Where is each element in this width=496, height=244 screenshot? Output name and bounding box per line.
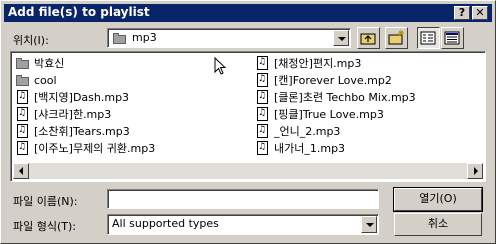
details-view-button[interactable] [441, 27, 464, 49]
cancel-button[interactable]: 취소 [394, 213, 482, 236]
audio-file-icon [15, 124, 31, 138]
list-item[interactable]: [백지영]Dash.mp3 [15, 89, 129, 105]
list-item[interactable]: [샤크라]한.mp3 [15, 106, 111, 122]
list-item[interactable]: _언니_2.mp3 [255, 123, 340, 139]
audio-file-icon [15, 90, 31, 104]
file-list[interactable]: 박효신 cool [백지영]Dash.mp3 [샤크라]한.mp3 [소찬휘]T… [10, 51, 486, 182]
list-item[interactable]: [이주노]무제의 귀환.mp3 [15, 140, 155, 156]
open-button[interactable]: 열기(O) [393, 187, 483, 212]
scroll-left-button[interactable] [13, 163, 29, 179]
horizontal-scrollbar[interactable] [13, 163, 483, 179]
audio-file-icon [255, 107, 271, 121]
location-value: mp3 [132, 31, 157, 44]
location-label: 위치(I): [13, 34, 49, 47]
list-item[interactable]: cool [15, 72, 57, 88]
folder-icon [112, 31, 128, 45]
list-item[interactable]: 박효신 [15, 55, 64, 71]
list-item[interactable]: [클론]초련 Techbo Mix.mp3 [255, 89, 416, 105]
location-combo[interactable]: mp3 [107, 28, 351, 48]
list-item[interactable]: 내가너_1.mp3 [255, 140, 345, 156]
new-folder-icon [388, 30, 404, 45]
chevron-down-icon[interactable] [333, 30, 349, 46]
audio-file-icon [255, 73, 271, 87]
new-folder-button[interactable] [385, 27, 408, 49]
details-view-icon [444, 31, 460, 45]
audio-file-icon [255, 141, 271, 155]
filename-input[interactable] [107, 189, 379, 209]
chevron-down-icon[interactable] [361, 216, 377, 233]
up-folder-button[interactable] [357, 27, 380, 49]
filename-label: 파일 이름(N): [13, 195, 78, 208]
window-title: Add file(s) to playlist [8, 5, 150, 19]
add-files-dialog: Add file(s) to playlist ? ✕ 위치(I): mp3 박… [0, 0, 496, 244]
audio-file-icon [15, 107, 31, 121]
folder-icon [15, 73, 31, 87]
list-item[interactable]: [핑클]True Love.mp3 [255, 106, 384, 122]
filetype-label: 파일 형식(T): [13, 220, 76, 233]
close-button[interactable]: ✕ [472, 6, 488, 20]
folder-icon [15, 56, 31, 70]
list-view-button[interactable] [417, 27, 440, 49]
audio-file-icon [255, 124, 271, 138]
list-view-icon [420, 31, 436, 45]
up-folder-icon [360, 33, 376, 45]
filetype-select[interactable]: All supported types [107, 214, 379, 235]
filetype-value: All supported types [112, 217, 219, 230]
title-bar[interactable]: Add file(s) to playlist ? ✕ [4, 4, 492, 22]
list-item[interactable]: [소찬휘]Tears.mp3 [15, 123, 130, 139]
audio-file-icon [255, 90, 271, 104]
help-button[interactable]: ? [454, 6, 470, 20]
audio-file-icon [255, 56, 271, 70]
audio-file-icon [15, 141, 31, 155]
list-item[interactable]: [채정안]편지.mp3 [255, 55, 361, 71]
scroll-right-button[interactable] [467, 163, 483, 179]
list-item[interactable]: [캔]Forever Love.mp2 [255, 72, 392, 88]
